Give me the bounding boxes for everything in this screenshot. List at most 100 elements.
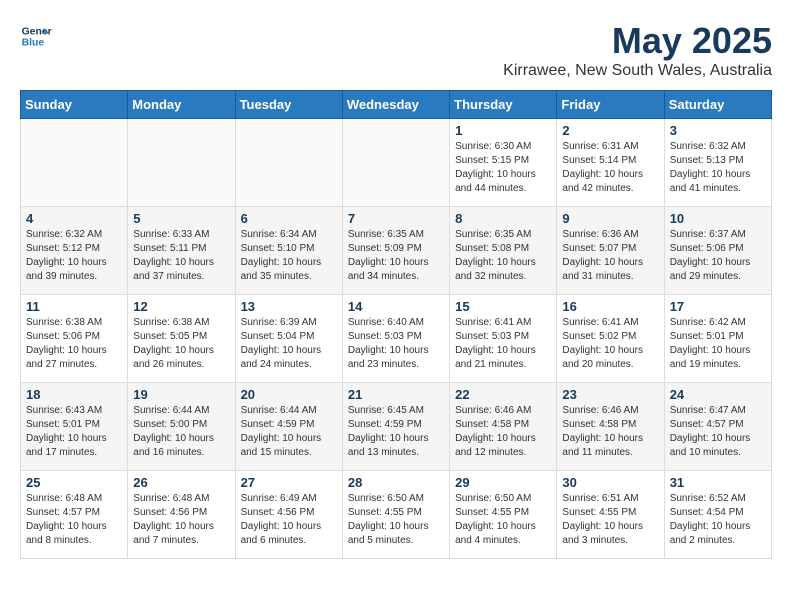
day-number: 6 [241, 211, 337, 226]
calendar-cell: 24Sunrise: 6:47 AMSunset: 4:57 PMDayligh… [664, 383, 771, 471]
day-info: Sunrise: 6:34 AMSunset: 5:10 PMDaylight:… [241, 228, 337, 284]
day-info: Sunrise: 6:31 AMSunset: 5:14 PMDaylight:… [562, 140, 658, 196]
day-number: 29 [455, 475, 551, 490]
day-info: Sunrise: 6:51 AMSunset: 4:55 PMDaylight:… [562, 492, 658, 548]
day-number: 14 [348, 299, 444, 314]
day-number: 8 [455, 211, 551, 226]
day-info: Sunrise: 6:45 AMSunset: 4:59 PMDaylight:… [348, 404, 444, 460]
calendar-cell: 20Sunrise: 6:44 AMSunset: 4:59 PMDayligh… [235, 383, 342, 471]
day-info: Sunrise: 6:43 AMSunset: 5:01 PMDaylight:… [26, 404, 122, 460]
day-info: Sunrise: 6:41 AMSunset: 5:02 PMDaylight:… [562, 316, 658, 372]
calendar-cell: 2 Sunrise: 6:31 AMSunset: 5:14 PMDaylight… [557, 119, 664, 207]
calendar-cell: 9Sunrise: 6:36 AMSunset: 5:07 PMDaylight… [557, 207, 664, 295]
calendar-cell [235, 119, 342, 207]
day-info: Sunrise: 6:52 AMSunset: 4:54 PMDaylight:… [670, 492, 766, 548]
day-number: 25 [26, 475, 122, 490]
calendar-cell: 30 Sunrise: 6:51 AMSunset: 4:55 PMDayligh… [557, 471, 664, 559]
logo-icon: General Blue [20, 20, 52, 52]
day-number: 13 [241, 299, 337, 314]
calendar-cell: 16Sunrise: 6:41 AMSunset: 5:02 PMDayligh… [557, 295, 664, 383]
day-info: Sunrise: 6:49 AMSunset: 4:56 PMDaylight:… [241, 492, 337, 548]
calendar-cell: 13 Sunrise: 6:39 AMSunset: 5:04 PMDayligh… [235, 295, 342, 383]
calendar-cell: 26 Sunrise: 6:48 AMSunset: 4:56 PMDayligh… [128, 471, 235, 559]
calendar-week-row: 25 Sunrise: 6:48 AMSunset: 4:57 PMDayligh… [21, 471, 772, 559]
calendar-cell: 23 Sunrise: 6:46 AMSunset: 4:58 PMDayligh… [557, 383, 664, 471]
day-info: Sunrise: 6:46 AMSunset: 4:58 PMDaylight:… [455, 404, 551, 460]
day-info: Sunrise: 6:46 AMSunset: 4:58 PMDaylight:… [562, 404, 658, 460]
calendar-week-row: 18 Sunrise: 6:43 AMSunset: 5:01 PMDayligh… [21, 383, 772, 471]
calendar-cell: 28 Sunrise: 6:50 AMSunset: 4:55 PMDayligh… [342, 471, 449, 559]
calendar-week-row: 4Sunrise: 6:32 AMSunset: 5:12 PMDaylight… [21, 207, 772, 295]
calendar-header-row: SundayMondayTuesdayWednesdayThursdayFrid… [21, 91, 772, 119]
logo: General Blue [20, 20, 52, 52]
day-number: 9 [562, 211, 658, 226]
day-number: 15 [455, 299, 551, 314]
calendar-cell: 31 Sunrise: 6:52 AMSunset: 4:54 PMDayligh… [664, 471, 771, 559]
day-header-sunday: Sunday [21, 91, 128, 119]
calendar-cell: 1Sunrise: 6:30 AMSunset: 5:15 PMDaylight… [450, 119, 557, 207]
calendar-cell: 18 Sunrise: 6:43 AMSunset: 5:01 PMDayligh… [21, 383, 128, 471]
day-number: 31 [670, 475, 766, 490]
day-number: 17 [670, 299, 766, 314]
day-number: 23 [562, 387, 658, 402]
day-info: Sunrise: 6:50 AMSunset: 4:55 PMDaylight:… [348, 492, 444, 548]
calendar-cell: 6 Sunrise: 6:34 AMSunset: 5:10 PMDaylight… [235, 207, 342, 295]
day-info: Sunrise: 6:38 AMSunset: 5:05 PMDaylight:… [133, 316, 229, 372]
day-info: Sunrise: 6:40 AMSunset: 5:03 PMDaylight:… [348, 316, 444, 372]
day-header-monday: Monday [128, 91, 235, 119]
day-number: 1 [455, 123, 551, 138]
day-header-wednesday: Wednesday [342, 91, 449, 119]
day-number: 3 [670, 123, 766, 138]
day-number: 26 [133, 475, 229, 490]
day-number: 11 [26, 299, 122, 314]
calendar-cell: 29 Sunrise: 6:50 AMSunset: 4:55 PMDayligh… [450, 471, 557, 559]
day-info: Sunrise: 6:39 AMSunset: 5:04 PMDaylight:… [241, 316, 337, 372]
day-number: 24 [670, 387, 766, 402]
calendar-cell: 7Sunrise: 6:35 AMSunset: 5:09 PMDaylight… [342, 207, 449, 295]
day-info: Sunrise: 6:48 AMSunset: 4:56 PMDaylight:… [133, 492, 229, 548]
day-info: Sunrise: 6:37 AMSunset: 5:06 PMDaylight:… [670, 228, 766, 284]
day-info: Sunrise: 6:42 AMSunset: 5:01 PMDaylight:… [670, 316, 766, 372]
day-header-friday: Friday [557, 91, 664, 119]
day-info: Sunrise: 6:32 AMSunset: 5:12 PMDaylight:… [26, 228, 122, 284]
calendar-cell [342, 119, 449, 207]
calendar: SundayMondayTuesdayWednesdayThursdayFrid… [20, 90, 772, 559]
calendar-cell: 12 Sunrise: 6:38 AMSunset: 5:05 PMDayligh… [128, 295, 235, 383]
day-number: 18 [26, 387, 122, 402]
day-number: 10 [670, 211, 766, 226]
day-header-tuesday: Tuesday [235, 91, 342, 119]
day-number: 2 [562, 123, 658, 138]
calendar-cell: 25 Sunrise: 6:48 AMSunset: 4:57 PMDayligh… [21, 471, 128, 559]
calendar-cell [128, 119, 235, 207]
day-number: 30 [562, 475, 658, 490]
day-header-thursday: Thursday [450, 91, 557, 119]
calendar-week-row: 1Sunrise: 6:30 AMSunset: 5:15 PMDaylight… [21, 119, 772, 207]
calendar-cell: 4Sunrise: 6:32 AMSunset: 5:12 PMDaylight… [21, 207, 128, 295]
day-info: Sunrise: 6:48 AMSunset: 4:57 PMDaylight:… [26, 492, 122, 548]
calendar-cell: 19Sunrise: 6:44 AMSunset: 5:00 PMDayligh… [128, 383, 235, 471]
calendar-cell: 27 Sunrise: 6:49 AMSunset: 4:56 PMDayligh… [235, 471, 342, 559]
calendar-cell: 15Sunrise: 6:41 AMSunset: 5:03 PMDayligh… [450, 295, 557, 383]
day-info: Sunrise: 6:35 AMSunset: 5:08 PMDaylight:… [455, 228, 551, 284]
calendar-cell: 5 Sunrise: 6:33 AMSunset: 5:11 PMDaylight… [128, 207, 235, 295]
calendar-cell: 14 Sunrise: 6:40 AMSunset: 5:03 PMDayligh… [342, 295, 449, 383]
day-info: Sunrise: 6:33 AMSunset: 5:11 PMDaylight:… [133, 228, 229, 284]
day-info: Sunrise: 6:50 AMSunset: 4:55 PMDaylight:… [455, 492, 551, 548]
day-number: 12 [133, 299, 229, 314]
calendar-cell: 17 Sunrise: 6:42 AMSunset: 5:01 PMDayligh… [664, 295, 771, 383]
day-number: 28 [348, 475, 444, 490]
day-info: Sunrise: 6:38 AMSunset: 5:06 PMDaylight:… [26, 316, 122, 372]
calendar-cell: 21Sunrise: 6:45 AMSunset: 4:59 PMDayligh… [342, 383, 449, 471]
day-number: 27 [241, 475, 337, 490]
calendar-cell: 10 Sunrise: 6:37 AMSunset: 5:06 PMDayligh… [664, 207, 771, 295]
day-header-saturday: Saturday [664, 91, 771, 119]
day-info: Sunrise: 6:44 AMSunset: 4:59 PMDaylight:… [241, 404, 337, 460]
day-info: Sunrise: 6:44 AMSunset: 5:00 PMDaylight:… [133, 404, 229, 460]
location-title: Kirrawee, New South Wales, Australia [503, 62, 772, 80]
month-title: May 2025 [503, 20, 772, 62]
day-info: Sunrise: 6:35 AMSunset: 5:09 PMDaylight:… [348, 228, 444, 284]
day-number: 5 [133, 211, 229, 226]
calendar-cell: 8 Sunrise: 6:35 AMSunset: 5:08 PMDaylight… [450, 207, 557, 295]
calendar-week-row: 11 Sunrise: 6:38 AMSunset: 5:06 PMDayligh… [21, 295, 772, 383]
calendar-cell: 3Sunrise: 6:32 AMSunset: 5:13 PMDaylight… [664, 119, 771, 207]
